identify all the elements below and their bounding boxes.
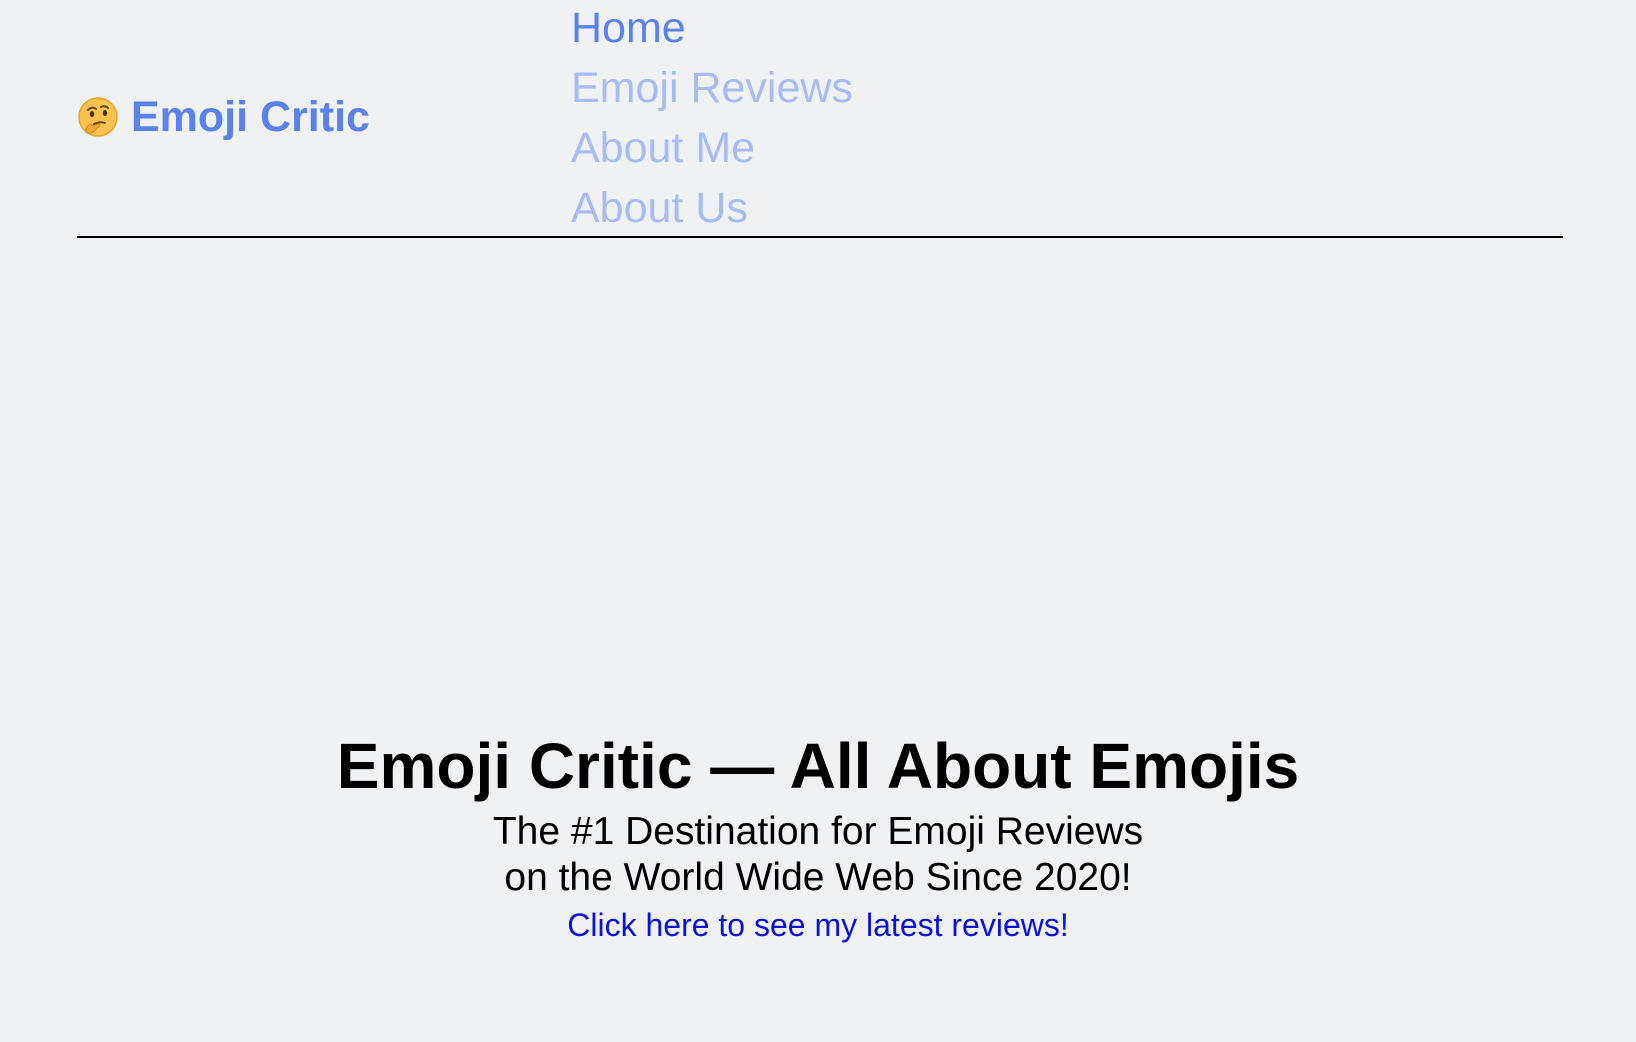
nav-link-about-us[interactable]: About Us [571,184,748,232]
nav-item-home: Home [571,0,853,60]
main-navigation: Home Emoji Reviews About Me About Us [571,0,853,240]
hero-subtitle-line-1: The #1 Destination for Emoji Reviews [492,810,1144,853]
site-header: Emoji Critic Home Emoji Reviews About Me… [77,0,1563,238]
nav-link-home[interactable]: Home [571,4,686,52]
brand-name: Emoji Critic [131,93,370,141]
brand-logo-link[interactable]: Emoji Critic [77,92,370,142]
latest-reviews-link[interactable]: Click here to see my latest reviews! [567,905,1069,945]
nav-item-emoji-reviews: Emoji Reviews [571,60,853,120]
hero-title: Emoji Critic — All About Emojis [336,730,1300,802]
nav-item-about-me: About Me [571,120,853,180]
hero-subtitle: The #1 Destination for Emoji Reviews on … [0,809,1636,901]
nav-item-about-us: About Us [571,180,853,240]
hero-section: Emoji Critic — All About Emojis The #1 D… [0,725,1636,945]
nav-link-about-me[interactable]: About Me [571,124,755,172]
thinking-face-icon [78,97,118,137]
hero-subtitle-line-2: on the World Wide Web Since 2020! [504,856,1132,899]
nav-link-emoji-reviews[interactable]: Emoji Reviews [571,64,853,112]
